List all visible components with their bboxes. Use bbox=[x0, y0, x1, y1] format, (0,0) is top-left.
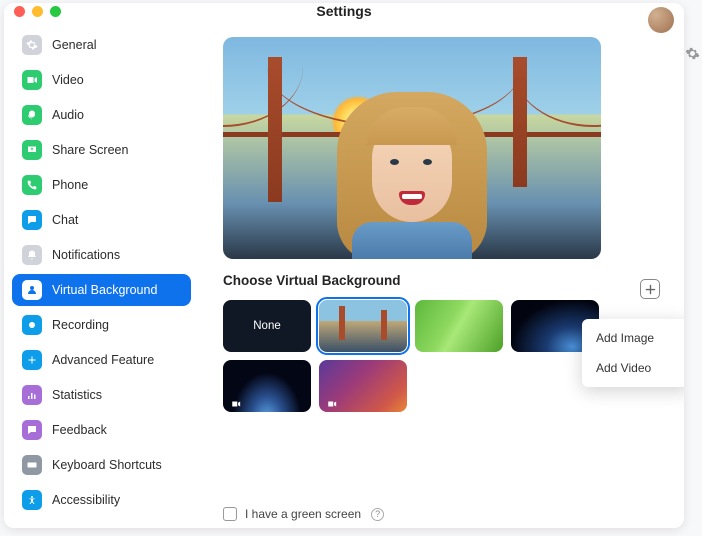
thumb-label: None bbox=[253, 320, 281, 332]
gear-icon[interactable] bbox=[680, 41, 702, 65]
menu-item-add-image[interactable]: Add Image bbox=[582, 323, 684, 353]
video-icon bbox=[229, 397, 243, 407]
settings-window: Settings General Video Audio Share Screen Ph… bbox=[4, 3, 684, 528]
sidebar-item-statistics[interactable]: Statistics bbox=[12, 379, 191, 411]
bg-thumb-bridge[interactable] bbox=[319, 300, 407, 352]
sidebar-item-label: Video bbox=[52, 73, 84, 87]
sidebar-item-label: Share Screen bbox=[52, 143, 128, 157]
maximize-window-button[interactable] bbox=[50, 6, 61, 17]
add-background-button[interactable] bbox=[640, 279, 660, 299]
green-screen-checkbox[interactable] bbox=[223, 507, 237, 521]
green-screen-label: I have a green screen bbox=[245, 507, 361, 521]
keyboard-icon bbox=[22, 455, 42, 475]
accessibility-icon bbox=[22, 490, 42, 510]
close-window-button[interactable] bbox=[14, 6, 25, 17]
record-icon bbox=[22, 315, 42, 335]
minimize-window-button[interactable] bbox=[32, 6, 43, 17]
titlebar: Settings bbox=[4, 3, 684, 19]
video-preview bbox=[223, 37, 601, 259]
sidebar-item-label: Virtual Background bbox=[52, 283, 157, 297]
sidebar-item-label: Notifications bbox=[52, 248, 120, 262]
background-thumbnails: None bbox=[223, 300, 613, 412]
gear-icon bbox=[22, 35, 42, 55]
sidebar-item-audio[interactable]: Audio bbox=[12, 99, 191, 131]
bg-thumb-earth2[interactable] bbox=[223, 360, 311, 412]
feedback-icon bbox=[22, 420, 42, 440]
sidebar-item-label: Accessibility bbox=[52, 493, 120, 507]
bell-icon bbox=[22, 245, 42, 265]
sidebar-item-phone[interactable]: Phone bbox=[12, 169, 191, 201]
plus-icon bbox=[22, 350, 42, 370]
green-screen-row: I have a green screen ? bbox=[223, 507, 384, 521]
video-icon bbox=[22, 70, 42, 90]
menu-item-add-video[interactable]: Add Video bbox=[582, 353, 684, 383]
window-controls bbox=[14, 6, 61, 17]
person-icon bbox=[22, 280, 42, 300]
phone-icon bbox=[22, 175, 42, 195]
sidebar-item-accessibility[interactable]: Accessibility bbox=[12, 484, 191, 516]
sidebar-item-label: Phone bbox=[52, 178, 88, 192]
section-title: Choose Virtual Background bbox=[223, 273, 660, 288]
sidebar-item-label: Recording bbox=[52, 318, 109, 332]
chat-icon bbox=[22, 210, 42, 230]
sidebar-item-general[interactable]: General bbox=[12, 29, 191, 61]
sidebar-item-share-screen[interactable]: Share Screen bbox=[12, 134, 191, 166]
video-icon bbox=[325, 397, 339, 407]
bg-thumb-gradient[interactable] bbox=[319, 360, 407, 412]
bg-thumb-grass[interactable] bbox=[415, 300, 503, 352]
sidebar-item-recording[interactable]: Recording bbox=[12, 309, 191, 341]
sidebar-item-label: Chat bbox=[52, 213, 78, 227]
main-panel: Choose Virtual Background None Add Image… bbox=[199, 19, 684, 529]
sidebar-item-notifications[interactable]: Notifications bbox=[12, 239, 191, 271]
audio-icon bbox=[22, 105, 42, 125]
bg-thumb-none[interactable]: None bbox=[223, 300, 311, 352]
add-background-menu: Add ImageAdd Video bbox=[582, 319, 684, 387]
stats-icon bbox=[22, 385, 42, 405]
sidebar-item-advanced-feature[interactable]: Advanced Feature bbox=[12, 344, 191, 376]
window-title: Settings bbox=[4, 3, 684, 19]
sidebar-item-video[interactable]: Video bbox=[12, 64, 191, 96]
sidebar-item-label: General bbox=[52, 38, 96, 52]
sidebar-item-label: Keyboard Shortcuts bbox=[52, 458, 162, 472]
sidebar-item-label: Feedback bbox=[52, 423, 107, 437]
sidebar-item-virtual-background[interactable]: Virtual Background bbox=[12, 274, 191, 306]
settings-sidebar: General Video Audio Share Screen Phone Chat No… bbox=[4, 19, 199, 529]
sidebar-item-chat[interactable]: Chat bbox=[12, 204, 191, 236]
help-icon[interactable]: ? bbox=[371, 508, 384, 521]
body: General Video Audio Share Screen Phone Chat No… bbox=[4, 19, 684, 529]
sidebar-item-keyboard-shortcuts[interactable]: Keyboard Shortcuts bbox=[12, 449, 191, 481]
sidebar-item-label: Statistics bbox=[52, 388, 102, 402]
sidebar-item-label: Advanced Feature bbox=[52, 353, 154, 367]
sidebar-item-feedback[interactable]: Feedback bbox=[12, 414, 191, 446]
sidebar-item-label: Audio bbox=[52, 108, 84, 122]
share-icon bbox=[22, 140, 42, 160]
